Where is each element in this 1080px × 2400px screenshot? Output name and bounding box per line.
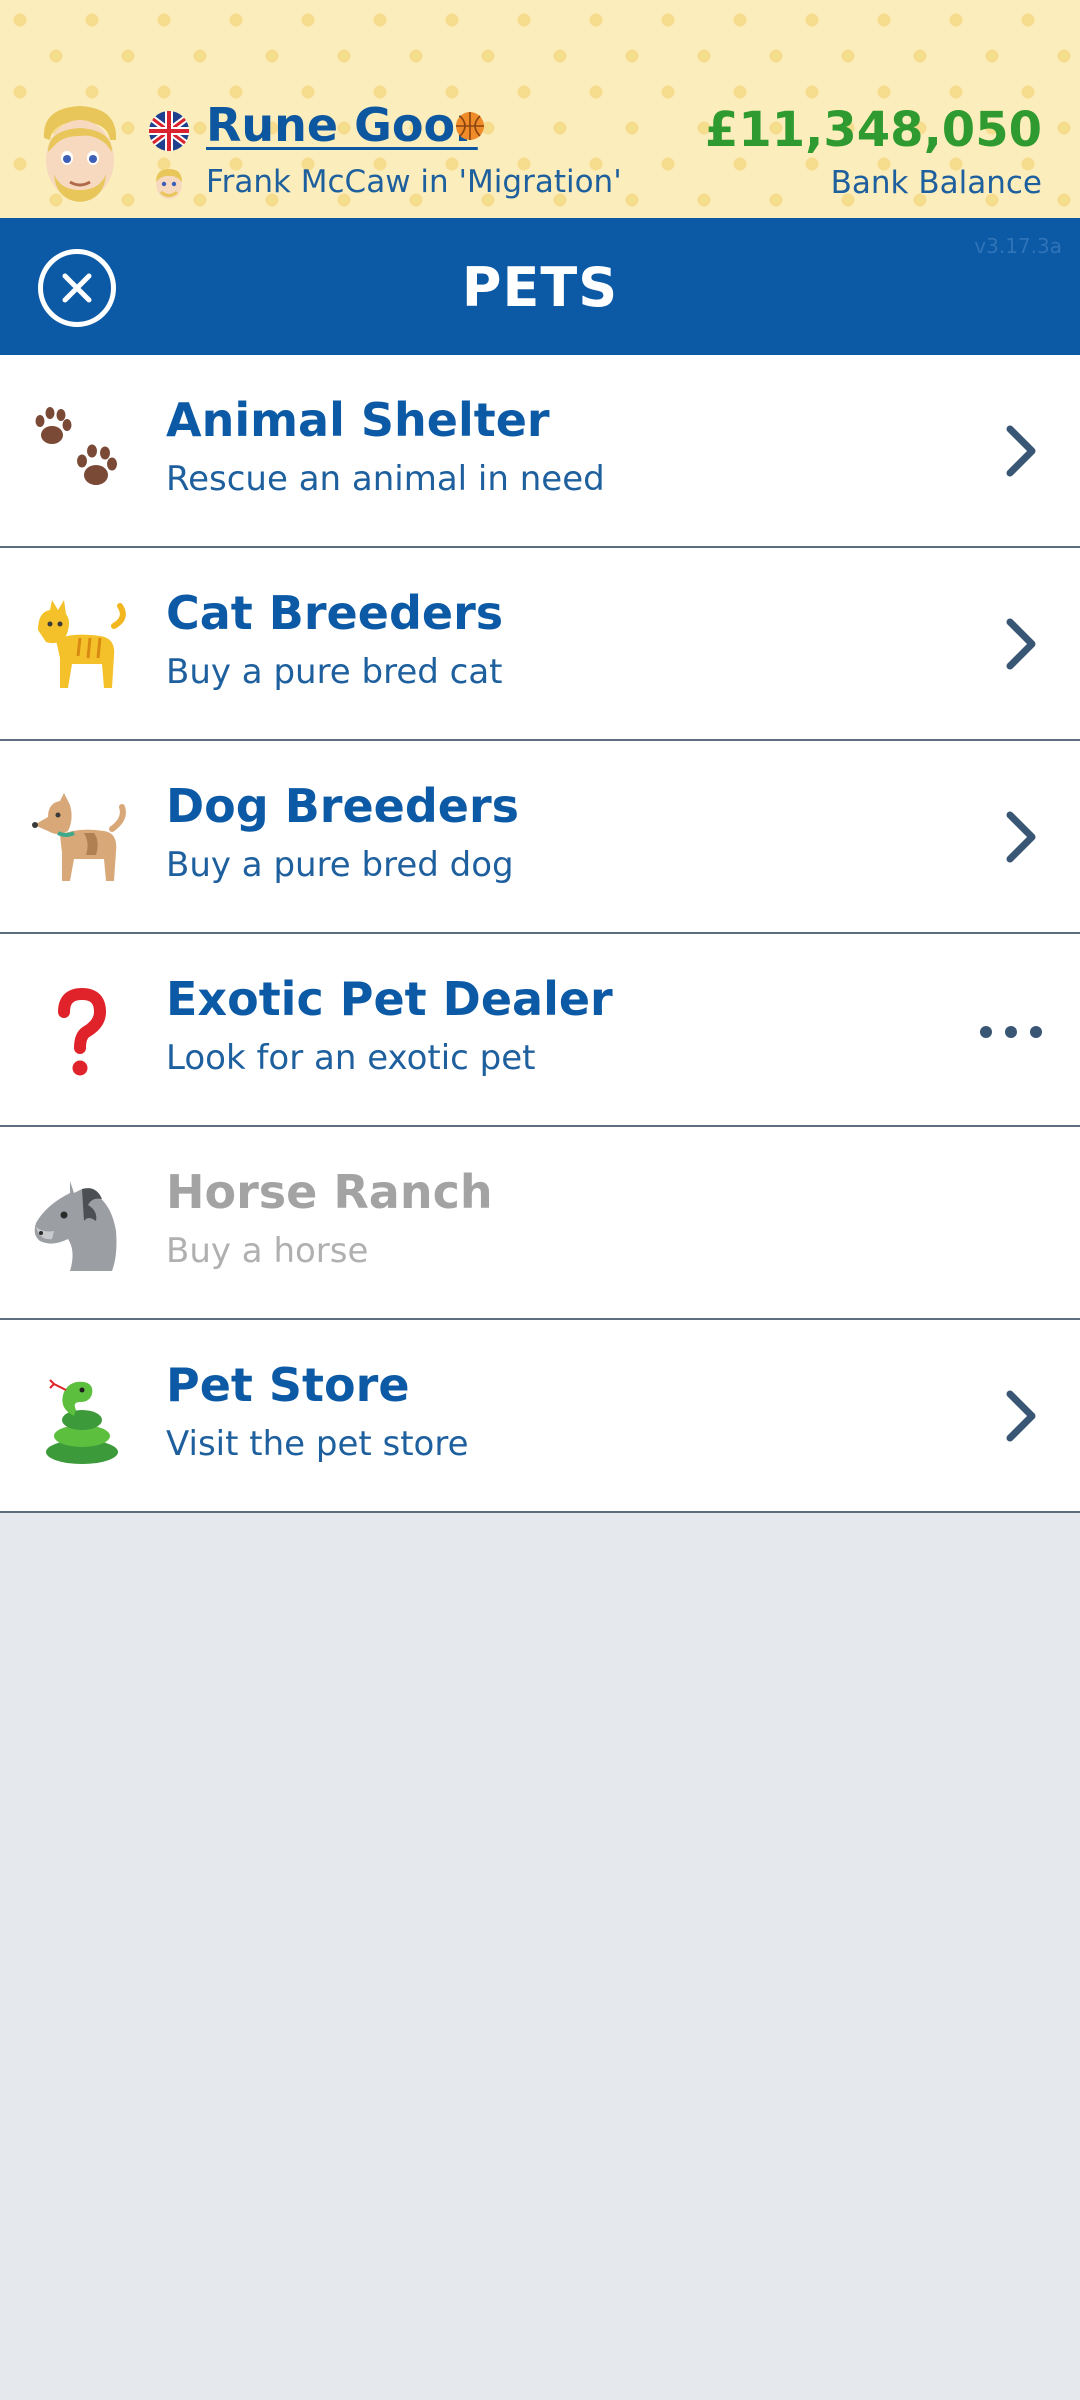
chevron-right-icon — [1006, 425, 1036, 477]
row-title: Dog Breeders — [166, 779, 520, 833]
row-title: Exotic Pet Dealer — [166, 972, 613, 1026]
character-role: Frank McCaw in 'Migration' — [206, 164, 622, 200]
bank-balance-label: Bank Balance — [830, 165, 1042, 201]
player-name-link[interactable]: Rune Goor — [206, 98, 478, 152]
more-options-icon — [980, 1026, 1042, 1038]
player-avatar-icon[interactable] — [34, 100, 126, 210]
row-title: Cat Breeders — [166, 586, 504, 640]
player-header: Rune Goor Frank McCaw in 'Migration' £11… — [0, 0, 1080, 218]
pet-store-row[interactable]: Pet Store Visit the pet store — [0, 1320, 1080, 1513]
horse-icon — [34, 1181, 117, 1271]
row-subtitle: Rescue an animal in need — [166, 459, 605, 499]
dog-icon — [32, 793, 126, 881]
row-subtitle: Buy a pure bred dog — [166, 845, 514, 885]
question-mark-icon — [58, 987, 107, 1076]
character-avatar-icon — [156, 169, 182, 199]
version-label: v3.17.3a — [974, 234, 1062, 258]
row-title: Horse Ranch — [166, 1165, 493, 1219]
bank-balance-value: £11,348,050 — [704, 102, 1042, 158]
basketball-icon — [456, 112, 484, 140]
cat-icon — [38, 600, 126, 688]
row-subtitle: Buy a pure bred cat — [166, 652, 503, 692]
row-title: Animal Shelter — [166, 393, 550, 447]
chevron-right-icon — [1006, 618, 1036, 670]
row-title: Pet Store — [166, 1358, 410, 1412]
uk-flag-icon — [149, 111, 189, 151]
row-subtitle: Buy a horse — [166, 1231, 369, 1271]
snake-icon — [46, 1379, 118, 1464]
chevron-right-icon — [1006, 1390, 1036, 1442]
pets-options-list: Animal Shelter Rescue an animal in need … — [0, 355, 1080, 1513]
animal-shelter-row[interactable]: Animal Shelter Rescue an animal in need — [0, 355, 1080, 548]
chevron-right-icon — [1006, 811, 1036, 863]
page-title: PETS — [461, 256, 619, 319]
title-bar: PETS v3.17.3a — [0, 218, 1080, 355]
cat-breeders-row[interactable]: Cat Breeders Buy a pure bred cat — [0, 548, 1080, 741]
paw-prints-icon — [35, 407, 117, 485]
exotic-pet-dealer-row[interactable]: Exotic Pet Dealer Look for an exotic pet — [0, 934, 1080, 1127]
horse-ranch-row: Horse Ranch Buy a horse — [0, 1127, 1080, 1320]
row-subtitle: Visit the pet store — [166, 1424, 469, 1464]
row-subtitle: Look for an exotic pet — [166, 1038, 536, 1078]
dog-breeders-row[interactable]: Dog Breeders Buy a pure bred dog — [0, 741, 1080, 934]
